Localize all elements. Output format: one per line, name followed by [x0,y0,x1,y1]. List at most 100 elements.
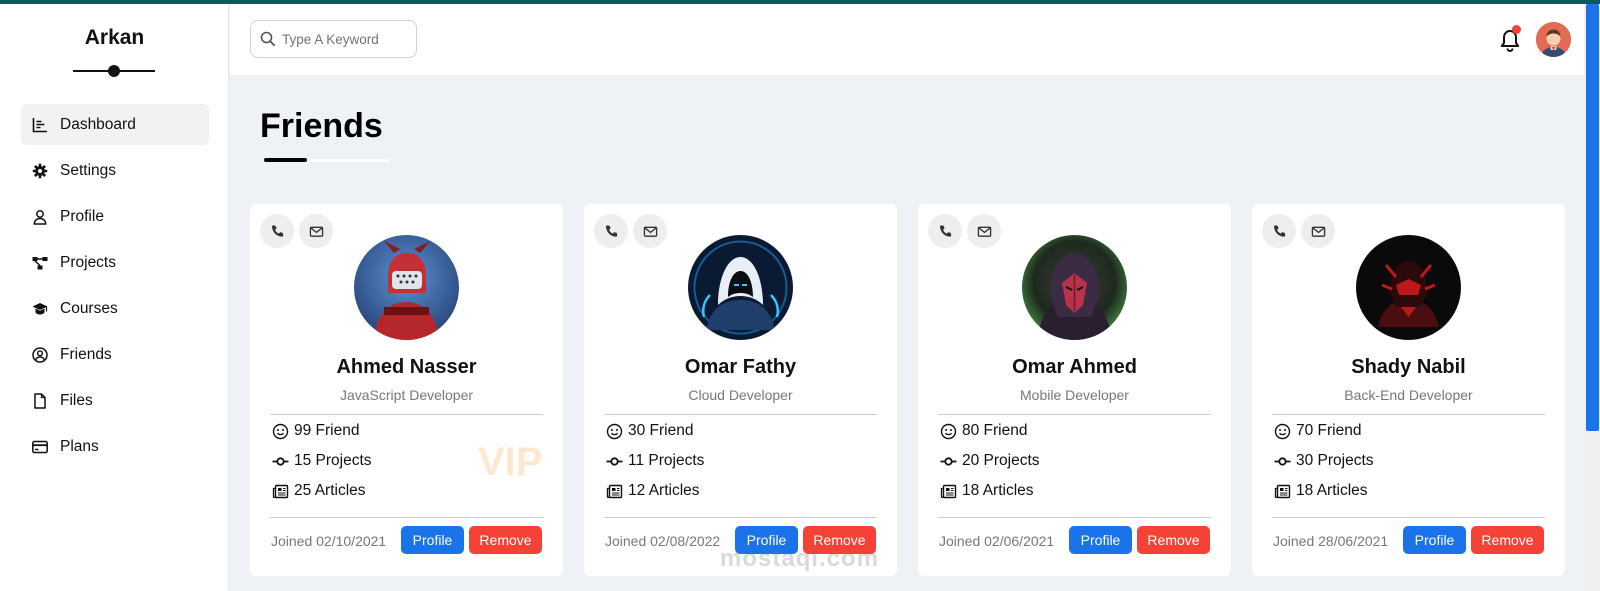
divider [1272,517,1545,518]
remove-button[interactable]: Remove [1471,526,1544,554]
friend-name: Ahmed Nasser [336,356,477,378]
user-icon [33,209,47,225]
phone-icon [1273,224,1285,237]
watermark: mostaql.com [720,545,880,572]
user-avatar[interactable] [1536,22,1571,57]
title-underline-accent [264,158,307,162]
newspaper-icon [1274,484,1291,498]
sidebar-item-friends[interactable]: Friends [21,334,209,375]
sidebar-item-label: Profile [60,207,104,225]
article-count: 12 Articles [606,482,700,500]
friend-count: 80 Friend [940,422,1027,440]
article-count: 18 Articles [940,482,1034,500]
file-icon [34,392,46,409]
smile-icon [606,423,623,439]
email-button[interactable] [633,214,667,248]
sidebar-nav: Dashboard Settings Profile Projects Cour… [21,104,209,472]
sidebar-item-settings[interactable]: Settings [21,150,209,191]
joined-date: Joined 02/10/2021 [271,533,387,549]
project-count: 30 Projects [1274,452,1374,470]
smile-icon [272,423,289,439]
commit-icon [1274,456,1291,466]
envelope-icon [1311,226,1325,237]
sidebar-item-label: Courses [60,299,118,317]
friend-card: Omar Ahmed Mobile Developer 80 Friend 20… [918,204,1231,576]
notifications-button[interactable] [1499,25,1521,52]
friend-name: Shady Nabil [1351,356,1466,378]
call-button[interactable] [260,214,294,248]
sidebar-item-plans[interactable]: Plans [21,426,209,467]
friend-role: Cloud Developer [688,387,793,403]
diagram-icon [32,256,48,269]
friend-card: Shady Nabil Back-End Developer 70 Friend… [1252,204,1565,576]
phone-icon [939,224,951,237]
profile-button[interactable]: Profile [1069,526,1132,554]
article-count: 18 Articles [1274,482,1368,500]
sidebar: Arkan Dashboard Settings Profile Project… [0,4,229,591]
friend-card: Omar Fathy Cloud Developer 30 Friend 11 … [584,204,897,576]
email-button[interactable] [967,214,1001,248]
user-avatar-image [1536,22,1571,57]
friend-avatar [1022,235,1127,340]
commit-icon [940,456,957,466]
email-button[interactable] [1301,214,1335,248]
friend-role: Back-End Developer [1344,387,1473,403]
sidebar-item-profile[interactable]: Profile [21,196,209,237]
divider [270,414,543,415]
remove-button[interactable]: Remove [1137,526,1210,554]
credit-card-icon [32,440,48,453]
friend-role: JavaScript Developer [339,387,474,403]
sidebar-item-dashboard[interactable]: Dashboard [21,104,209,145]
gear-icon [32,163,48,178]
joined-date: Joined 02/08/2022 [605,533,721,549]
sidebar-item-label: Plans [60,437,99,455]
divider [604,414,877,415]
joined-date: Joined 28/06/2021 [1273,533,1389,549]
search-box[interactable] [250,20,417,58]
friend-avatar-image [1356,235,1461,340]
divider [270,517,543,518]
profile-button[interactable]: Profile [401,526,464,554]
phone-icon [271,224,283,237]
search-icon [260,31,276,47]
sidebar-item-label: Files [60,391,93,409]
divider [604,517,877,518]
newspaper-icon [606,484,623,498]
envelope-icon [309,226,323,237]
call-button[interactable] [594,214,628,248]
top-header [230,4,1584,75]
chart-icon [32,117,47,132]
notification-dot [1512,25,1521,34]
search-input[interactable] [282,31,407,47]
vip-badge: VIP [478,440,543,484]
scrollbar-thumb[interactable] [1586,4,1599,431]
remove-button[interactable]: Remove [469,526,542,554]
divider [938,517,1211,518]
page-title: Friends [260,107,383,145]
commit-icon [272,456,289,466]
user-circle-icon [32,346,48,363]
friend-avatar [688,235,793,340]
friend-avatar [354,235,459,340]
joined-date: Joined 02/06/2021 [939,533,1055,549]
sidebar-item-courses[interactable]: Courses [21,288,209,329]
friend-count: 70 Friend [1274,422,1361,440]
friend-card: Ahmed Nasser JavaScript Developer 99 Fri… [250,204,563,576]
sidebar-item-label: Projects [60,253,116,271]
sidebar-item-label: Friends [60,345,112,363]
friend-avatar-image [1022,235,1127,340]
sidebar-item-files[interactable]: Files [21,380,209,421]
email-button[interactable] [299,214,333,248]
call-button[interactable] [928,214,962,248]
sidebar-item-projects[interactable]: Projects [21,242,209,283]
smile-icon [1274,423,1291,439]
friend-count: 99 Friend [272,422,359,440]
profile-button[interactable]: Profile [1403,526,1466,554]
envelope-icon [643,226,657,237]
article-count: 25 Articles [272,482,366,500]
divider [1272,414,1545,415]
friend-role: Mobile Developer [1020,387,1129,403]
call-button[interactable] [1262,214,1296,248]
envelope-icon [977,226,991,237]
commit-icon [606,456,623,466]
